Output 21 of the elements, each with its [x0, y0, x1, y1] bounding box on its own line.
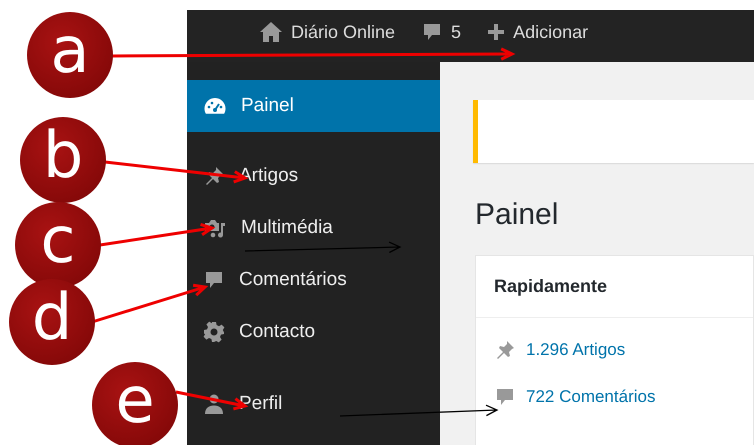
site-name-link[interactable]: Diário Online	[291, 18, 396, 46]
new-content-link[interactable]: Adicionar	[513, 18, 588, 46]
sidebar-item[interactable]: Comentários	[187, 254, 440, 306]
plus-icon[interactable]	[487, 23, 506, 41]
stats-link[interactable]: 722 Comentários	[526, 384, 656, 410]
widget-title: Rapidamente	[476, 256, 753, 318]
stats-link[interactable]: 1.296 Artigos	[526, 336, 626, 362]
annotation-marker: e	[92, 362, 178, 445]
page-title: Painel	[475, 197, 560, 233]
media-icon	[203, 217, 227, 239]
dashboard-icon	[203, 96, 227, 116]
annotation-marker: d	[9, 279, 95, 365]
sidebar-item[interactable]: Multimédia	[187, 202, 440, 254]
sidebar-item[interactable]: Painel	[187, 80, 440, 132]
comments-count[interactable]: 5	[451, 18, 462, 46]
user-icon	[203, 393, 225, 415]
sidebar-item[interactable]: Contacto	[187, 306, 440, 358]
home-icon[interactable]	[259, 21, 283, 43]
gear-icon	[203, 321, 225, 343]
annotation-marker: a	[27, 12, 113, 98]
annotation-marker: b	[20, 117, 106, 203]
